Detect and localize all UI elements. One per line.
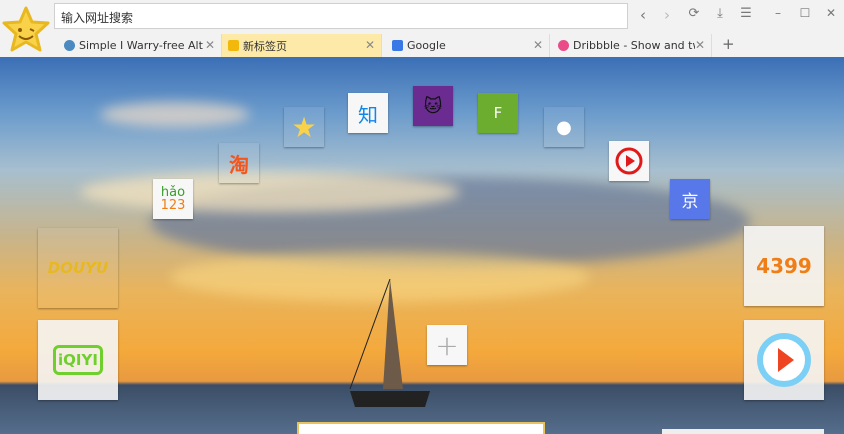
bottom-right-panel <box>662 429 824 434</box>
site-favicon-icon <box>64 40 75 51</box>
feedly-label: F <box>493 104 503 122</box>
cloud <box>100 102 250 127</box>
jd-tile[interactable]: 京 <box>670 179 710 219</box>
download-button[interactable]: ⤓ <box>710 6 730 21</box>
play-button-icon <box>757 333 811 387</box>
address-input[interactable]: 输入网址搜索 <box>54 3 628 29</box>
minimize-button[interactable]: – <box>768 6 788 20</box>
totoro-tile[interactable]: ● <box>544 107 584 147</box>
feedly-tile[interactable]: F <box>478 93 518 133</box>
play-circle-icon <box>615 147 643 175</box>
tab-title: Simple I Warry-free Alt <box>79 39 203 52</box>
browser-chrome: 输入网址搜索 ‹ › ⟳ ⤓ ☰ – ☐ ✕ Simple I Warry-fr… <box>0 0 844 57</box>
tab-close-icon[interactable]: ✕ <box>365 38 375 52</box>
tab-title: Dribbble - Show and tw <box>573 39 702 52</box>
zhihu-label: 知 <box>358 102 378 127</box>
tab-title: Google <box>407 39 446 52</box>
close-window-button[interactable]: ✕ <box>821 6 841 20</box>
4399-tile[interactable]: 4399 <box>744 226 824 306</box>
douyu-tile[interactable]: DOUYU <box>38 228 118 308</box>
back-button[interactable]: ‹ <box>633 6 653 24</box>
refresh-button[interactable]: ⟳ <box>684 6 704 21</box>
tab-simple[interactable]: Simple I Warry-free Alt ✕ <box>58 34 222 57</box>
star-icon: ★ <box>291 110 317 144</box>
tab-google[interactable]: Google ✕ <box>386 34 550 57</box>
tab-close-icon[interactable]: ✕ <box>204 38 215 52</box>
star-tile[interactable]: ★ <box>284 107 324 147</box>
iqiyi-tile[interactable]: iQIYI <box>38 320 118 400</box>
tab-strip: Simple I Warry-free Alt ✕ 新标签页 ✕ Google … <box>54 34 844 57</box>
search-box[interactable] <box>297 422 545 434</box>
grid-icon <box>228 40 239 51</box>
tab-new-tab[interactable]: 新标签页 ✕ <box>222 34 382 57</box>
cloud <box>80 172 460 212</box>
video-player-tile[interactable] <box>744 320 824 400</box>
browser-logo-star-icon[interactable] <box>2 6 50 52</box>
iqiyi-logo: iQIYI <box>53 345 103 375</box>
dribbble-icon <box>558 40 569 51</box>
totoro-icon: ● <box>556 116 572 138</box>
tab-title: 新标签页 <box>243 39 287 53</box>
zhihu-tile[interactable]: 知 <box>348 93 388 133</box>
hao123-number: 123 <box>160 198 186 213</box>
add-site-button[interactable]: + <box>427 325 467 365</box>
maximize-button[interactable]: ☐ <box>795 6 815 20</box>
wallpaper: hǎo 123 淘 ★ 知 🐱 F ● 京 DOUYU iQIYI 4399 + <box>0 57 844 434</box>
tab-dribbble[interactable]: Dribbble - Show and tw ✕ <box>552 34 712 57</box>
jd-label: 京 <box>681 191 699 212</box>
tmall-cat-icon: 🐱 <box>423 95 443 117</box>
new-tab-button[interactable]: + <box>722 35 735 53</box>
taobao-tile[interactable]: 淘 <box>219 143 259 183</box>
tmall-tile[interactable]: 🐱 <box>413 86 453 126</box>
sailboat <box>349 279 430 407</box>
tab-close-icon[interactable]: ✕ <box>533 38 543 52</box>
plus-icon: + <box>435 328 459 362</box>
taobao-label: 淘 <box>229 152 249 177</box>
forward-button[interactable]: › <box>657 6 677 24</box>
tab-close-icon[interactable]: ✕ <box>694 38 705 52</box>
4399-label: 4399 <box>756 254 812 278</box>
menu-button[interactable]: ☰ <box>736 6 756 21</box>
douyu-label: DOUYU <box>47 259 109 277</box>
google-icon <box>392 40 403 51</box>
hao123-tile[interactable]: hǎo 123 <box>153 179 193 219</box>
video-tile[interactable] <box>609 141 649 181</box>
